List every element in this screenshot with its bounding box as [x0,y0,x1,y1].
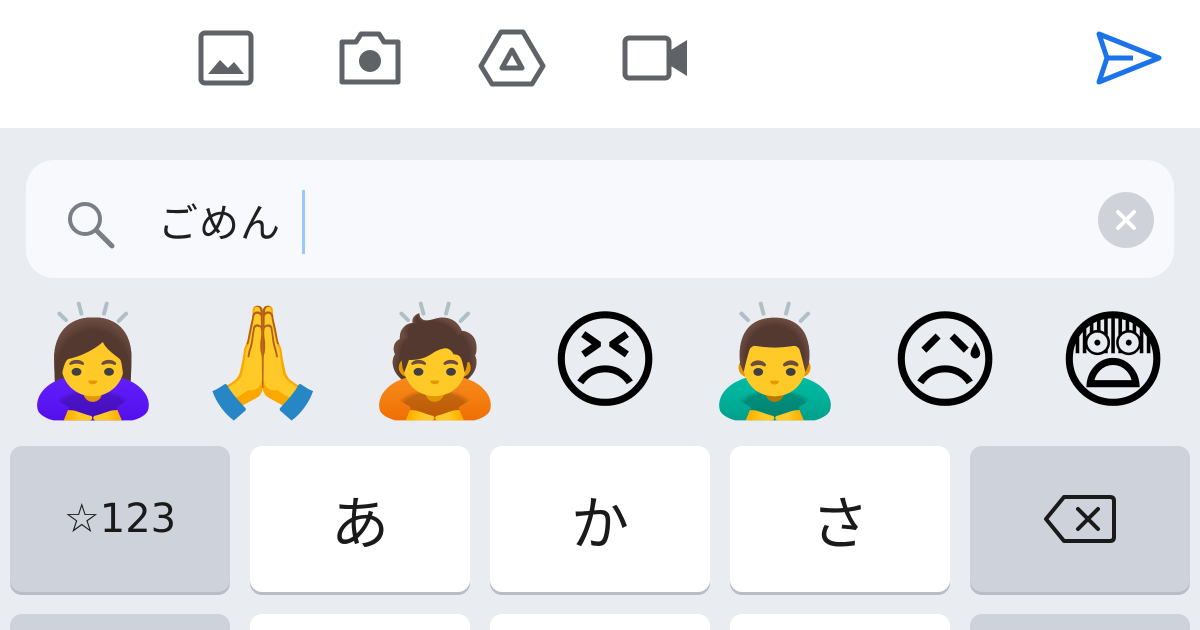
emoji-persevering-face[interactable]: 😣 [540,292,670,432]
text-caret [302,190,305,254]
backspace-icon [1044,495,1116,543]
keyboard-row2-key-3[interactable] [490,614,710,630]
emoji-folded-hands[interactable]: 🙏 [196,292,330,432]
send-button[interactable] [1090,22,1166,94]
keyboard-row2-key-2[interactable] [250,614,470,630]
key-ka[interactable]: か [490,446,710,592]
emoji-search-input[interactable] [158,190,1058,250]
key-a-label: あ [330,490,389,558]
video-button[interactable] [620,22,692,94]
clear-icon [1116,210,1136,230]
drive-icon [478,29,546,87]
symbols-key-label: ☆123 [63,496,177,542]
keyboard-row2-key-4[interactable] [730,614,950,630]
emoji-woman-bowing[interactable]: 🙇‍♀️ [26,292,160,432]
search-icon [62,196,118,256]
key-sa-label: さ [810,490,869,558]
keyboard-row2-key-5[interactable] [970,614,1190,630]
compose-toolbar [0,0,1200,128]
emoji-sad-relieved-face[interactable]: 😥 [880,292,1010,432]
clear-search-button[interactable] [1098,192,1154,248]
key-ka-label: か [570,490,629,558]
backspace-key[interactable] [970,446,1190,592]
emoji-fearful-face[interactable]: 😨 [1048,292,1178,432]
emoji-man-bowing[interactable]: 🙇‍♂️ [708,292,842,432]
send-icon [1096,31,1162,85]
image-icon [198,30,254,86]
symbols-key[interactable]: ☆123 [10,446,230,592]
emoji-suggestion-row: 🙇‍♀️ 🙏 🙇 😣 🙇‍♂️ 😥 😨 [0,292,1200,432]
keyboard-row2-key-1[interactable] [10,614,230,630]
video-icon [622,35,687,81]
camera-icon [339,31,401,85]
emoji-person-bowing[interactable]: 🙇 [368,292,502,432]
key-a[interactable]: あ [250,446,470,592]
drive-button[interactable] [476,22,548,94]
key-sa[interactable]: さ [730,446,950,592]
camera-button[interactable] [334,22,406,94]
insert-image-button[interactable] [190,22,262,94]
